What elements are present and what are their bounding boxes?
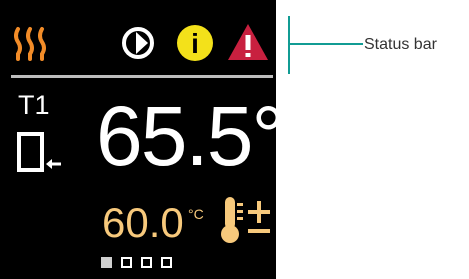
page-dot[interactable] — [161, 257, 172, 268]
mode-icon — [17, 132, 61, 172]
info-icon: i — [177, 25, 213, 61]
heating-icon — [14, 27, 46, 61]
setpoint-value: 60.0 — [102, 199, 184, 246]
thermostat-display: i T1 65.5° 60.0 °C — [0, 0, 285, 279]
thermometer-adjust-icon[interactable] — [218, 194, 276, 246]
page-dot[interactable] — [101, 257, 112, 268]
callout-label: Status bar — [364, 36, 437, 53]
info-glyph: i — [191, 28, 199, 59]
fan-icon — [122, 27, 154, 59]
warning-icon — [228, 24, 268, 60]
setpoint-unit: °C — [188, 206, 204, 222]
callout-connector — [288, 16, 363, 74]
status-bar: i — [0, 0, 276, 70]
current-temperature: 65.5° — [96, 89, 285, 183]
page-dot[interactable] — [121, 257, 132, 268]
sensor-label: T1 — [18, 90, 50, 120]
status-divider — [11, 75, 273, 78]
page-dot[interactable] — [141, 257, 152, 268]
